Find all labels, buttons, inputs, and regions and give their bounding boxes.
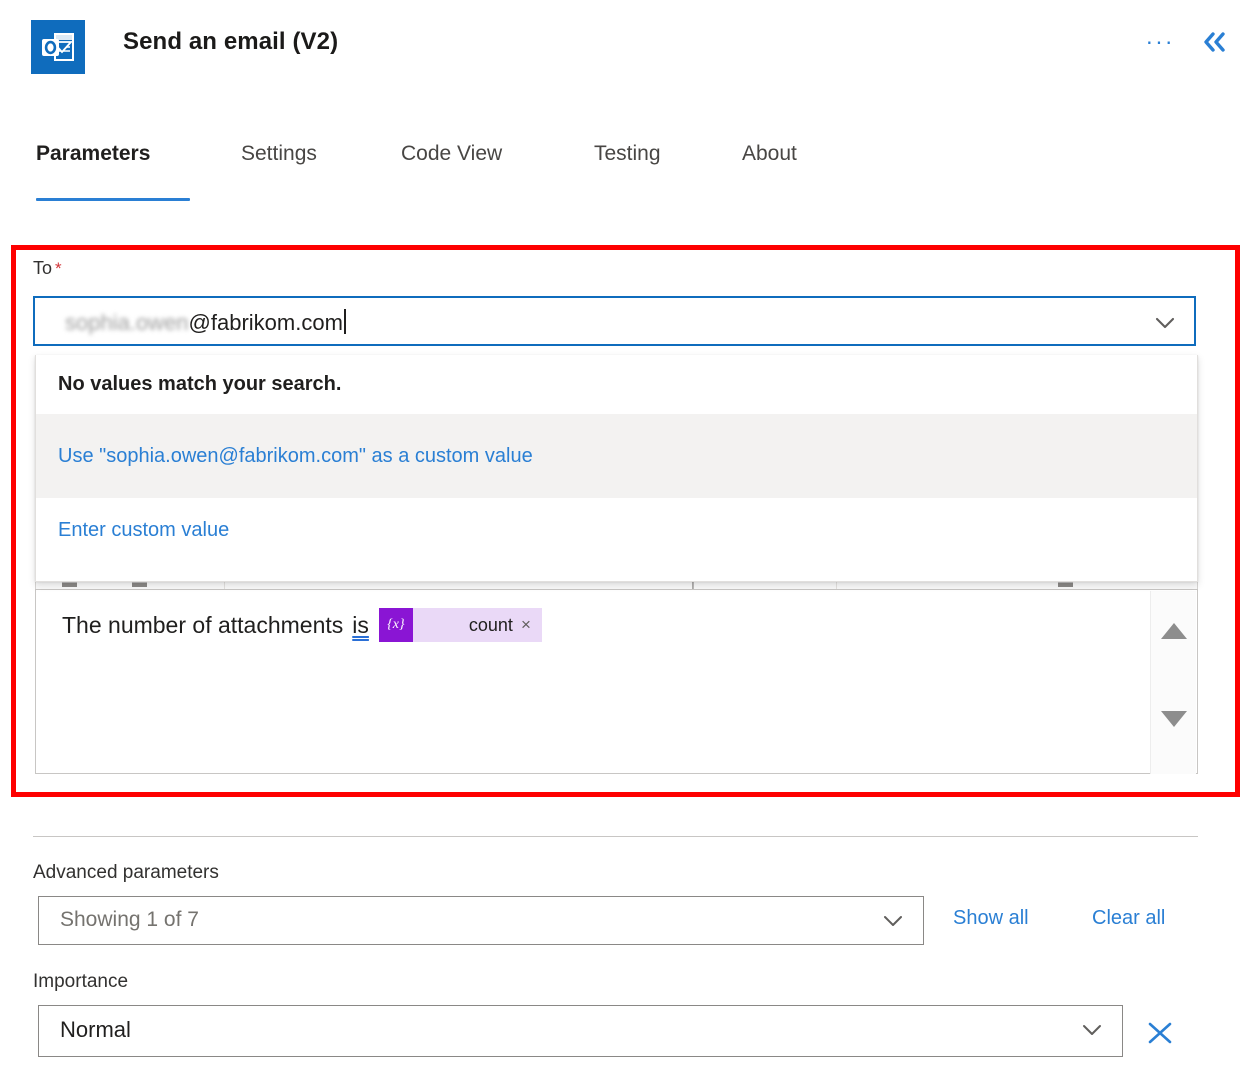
to-input[interactable]: sophia.owen@fabrikom.com (33, 296, 1196, 346)
expression-icon: {x} (378, 608, 413, 642)
email-body-content: The number of attachments is {x} count × (62, 608, 542, 642)
body-spellcheck-word: is (352, 611, 369, 638)
to-suggestions-dropdown[interactable]: No values match your search. Use "sophia… (35, 355, 1198, 582)
token-remove-icon[interactable]: × (521, 615, 542, 635)
to-input-value: sophia.owen@fabrikom.com (65, 309, 346, 336)
dropdown-item-enter-custom-value[interactable]: Enter custom value (36, 498, 1197, 563)
dropdown-no-match-message: No values match your search. (58, 373, 342, 395)
body-scrollbar[interactable] (1150, 591, 1196, 774)
dropdown-item-use-custom-value[interactable]: Use "sophia.owen@fabrikom.com" as a cust… (36, 414, 1197, 498)
body-text-prefix: The number of attachments (62, 611, 344, 638)
text-caret (343, 309, 346, 334)
token-label: count (468, 614, 513, 635)
scroll-up-arrow-icon[interactable] (1161, 623, 1187, 639)
scroll-down-arrow-icon[interactable] (1161, 711, 1187, 727)
to-input-value-redacted: sophia.owen (65, 310, 189, 335)
chevron-down-icon[interactable] (1150, 310, 1180, 334)
dynamic-content-token[interactable]: {x} count × (378, 608, 542, 642)
email-body-editor[interactable]: The number of attachments is {x} count × (35, 589, 1198, 774)
to-input-value-domain: @fabrikom.com (188, 310, 343, 335)
